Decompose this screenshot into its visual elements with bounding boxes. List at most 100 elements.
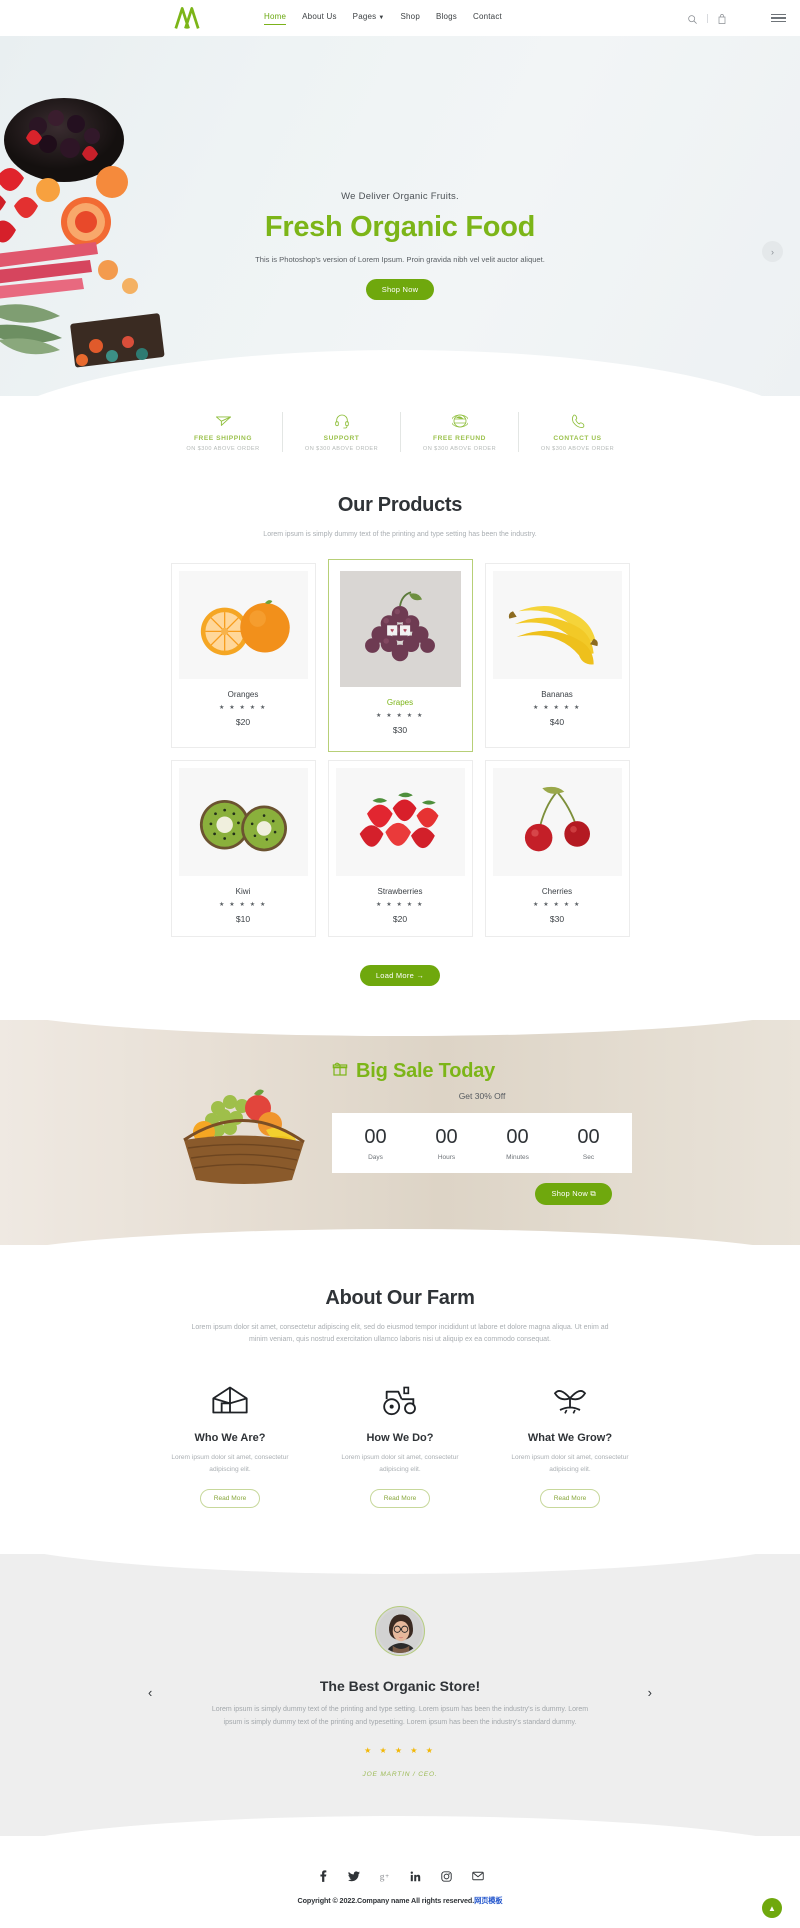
nav-label: Shop (400, 12, 420, 21)
nav-label: Home (264, 11, 287, 21)
testimonial-next-button[interactable]: › (648, 1685, 652, 1700)
testimonial-author: JOE MARTIN / CEO. (362, 1771, 438, 1779)
gift-icon (332, 1060, 348, 1083)
about-column-text: Lorem ipsum dolor sit amet, consectetur … (171, 1453, 289, 1473)
linkedin-icon[interactable] (410, 1870, 422, 1882)
countdown-hours: 00 Hours (417, 1127, 477, 1161)
countdown-value: 00 (364, 1125, 387, 1148)
google-plus-icon[interactable]: g + (379, 1870, 391, 1882)
product-rating: ★ ★ ★ ★ ★ (376, 901, 424, 908)
nav-item-contact[interactable]: Contact (473, 12, 502, 24)
about-read-more-button-2[interactable]: Read More (369, 1489, 431, 1509)
arrow-up-icon[interactable]: ▲ (762, 1898, 782, 1919)
countdown-label: Days (368, 1153, 383, 1161)
feature-support[interactable]: SUPPORT ON $300 ABOVE ORDER (282, 412, 400, 452)
about-read-more-button-1[interactable]: Read More (199, 1489, 261, 1509)
product-rating: ★ ★ ★ ★ ★ (533, 704, 581, 711)
product-price: $40 (549, 716, 565, 727)
site-footer: g + Copyright © 2022.Company name All rig… (0, 1836, 800, 1928)
products-section: Our Products Lorem ipsum is simply dummy… (0, 474, 800, 1020)
header-actions (687, 12, 800, 25)
instagram-icon[interactable] (441, 1870, 453, 1882)
countdown-label: Sec (582, 1153, 595, 1161)
product-card-cherries[interactable]: Cherries ★ ★ ★ ★ ★ $30 (484, 759, 630, 937)
hero-content: We Deliver Organic Fruits. Fresh Organic… (0, 191, 800, 300)
feature-sub: ON $300 ABOVE ORDER (540, 446, 615, 452)
product-price: $10 (235, 913, 251, 924)
feature-free-refund[interactable]: FREE REFUND ON $300 ABOVE ORDER (400, 412, 518, 452)
landing-page: Home About Us Pages▼ Shop Blogs Contact (0, 0, 800, 1928)
email-icon[interactable] (471, 1870, 484, 1882)
nav-item-blogs[interactable]: Blogs (436, 12, 457, 24)
hero-subtitle: This is Photoshop's version of Lorem Ips… (255, 255, 545, 265)
testimonial-content: The Best Organic Store! Lorem ipsum is s… (0, 1606, 800, 1778)
site-header: Home About Us Pages ▼ Shop Blogs Contact (0, 0, 800, 36)
template-credit-link[interactable]: 网页模板 (474, 1896, 502, 1905)
product-card-grapes[interactable]: ♥ ♥ Grapes ★ ★ ★ ★ ★ $30 (327, 558, 473, 752)
twitter-icon[interactable] (347, 1870, 360, 1882)
hamburger-icon[interactable] (771, 13, 786, 23)
testimonial-rating: ★ ★ ★ ★ ★ (364, 1746, 436, 1756)
sale-shop-now-button[interactable]: Shop Now ⧉ (535, 1182, 612, 1205)
product-card-strawberries[interactable]: Strawberries ★ ★ ★ ★ ★ $20 (327, 759, 473, 937)
product-name: Bananas (541, 689, 573, 699)
page-title: Our Products (337, 494, 463, 516)
feature-contact-us[interactable]: CONTACT US ON $300 ABOVE ORDER (518, 412, 636, 452)
copyright-text: Copyright © 2022.Company name All rights… (297, 1896, 475, 1906)
bag-icon[interactable] (717, 12, 728, 25)
product-card-bananas[interactable]: Bananas ★ ★ ★ ★ ★ $40 (484, 562, 630, 748)
testimonial-title: The Best Organic Store! (319, 1678, 481, 1695)
nav-label: Blogs (435, 12, 457, 21)
feature-free-shipping[interactable]: FREE SHIPPING ON $300 ABOVE ORDER (164, 412, 282, 452)
nav-item-pages[interactable]: Pages ▼ (353, 12, 385, 24)
nav-label: About Us (302, 12, 337, 21)
countdown-seconds: 00 Sec (559, 1127, 619, 1161)
countdown-timer: 00 Days 00 Hours 00 Minutes 00 Sec (332, 1112, 632, 1173)
testimonial-section: ‹ › The Best Organic Store! Lorem ipsum … (0, 1554, 800, 1837)
sprout-icon (490, 1380, 650, 1420)
tractor-icon (320, 1380, 480, 1420)
hero-shop-now-button[interactable]: Shop Now (365, 278, 435, 300)
svg-text:♥: ♥ (390, 628, 394, 635)
sale-cta-wrap: Shop Now ⧉ (332, 1182, 632, 1205)
countdown-value: 00 (435, 1125, 458, 1148)
grapes-photo: ♥ ♥ (339, 570, 461, 687)
oranges-photo (178, 570, 308, 679)
testimonial-wave-bottom (0, 1816, 800, 1837)
double-peak-logo-icon[interactable] (170, 5, 204, 31)
countdown-minutes: 00 Minutes (488, 1127, 548, 1161)
svg-text:+: + (385, 1873, 389, 1880)
hero-next-slide-button[interactable]: › (762, 241, 783, 262)
globe-refund-icon (407, 412, 512, 429)
product-price: $30 (549, 913, 565, 924)
product-rating: ★ ★ ★ ★ ★ (376, 712, 424, 719)
nav-item-shop[interactable]: Shop (400, 12, 419, 24)
testimonial-prev-button[interactable]: ‹ (148, 1685, 152, 1700)
about-column-who-we-are: Who We Are? Lorem ipsum dolor sit amet, … (150, 1380, 310, 1509)
nav-item-about-us[interactable]: About Us (302, 12, 337, 24)
about-column-what-we-grow: What We Grow? Lorem ipsum dolor sit amet… (490, 1380, 650, 1509)
facebook-icon[interactable] (317, 1870, 329, 1883)
big-sale-section: Big Sale Today Get 30% Off 00 Days 00 Ho… (0, 1019, 800, 1245)
sale-title: Big Sale Today (356, 1059, 496, 1082)
about-read-more-button-3[interactable]: Read More (539, 1489, 601, 1509)
barn-house-icon (150, 1380, 310, 1420)
about-column-title: What We Grow? (527, 1431, 613, 1444)
search-icon[interactable] (687, 12, 698, 25)
fruit-basket-photo (183, 1089, 305, 1185)
product-card-kiwi[interactable]: Kiwi ★ ★ ★ ★ ★ $10 (170, 759, 316, 937)
testimonial-wave-top (0, 1554, 800, 1575)
social-links: g + (0, 1870, 800, 1883)
countdown-value: 00 (577, 1125, 600, 1148)
load-more-button[interactable]: Load More → (359, 964, 441, 986)
countdown-label: Minutes (506, 1153, 529, 1161)
about-column-title: How We Do? (366, 1431, 434, 1444)
sale-inner: Big Sale Today Get 30% Off 00 Days 00 Ho… (140, 1020, 660, 1245)
product-name: Cherries (541, 886, 573, 896)
nav-item-home[interactable]: Home (264, 11, 287, 25)
about-column-title: Who We Are? (194, 1431, 266, 1444)
feature-title: SUPPORT (323, 435, 360, 442)
product-card-oranges[interactable]: Oranges ★ ★ ★ ★ ★ $20 (170, 562, 316, 748)
about-column-text: Lorem ipsum dolor sit amet, consectetur … (511, 1453, 629, 1473)
about-section: About Our Farm Lorem ipsum dolor sit ame… (0, 1244, 800, 1555)
